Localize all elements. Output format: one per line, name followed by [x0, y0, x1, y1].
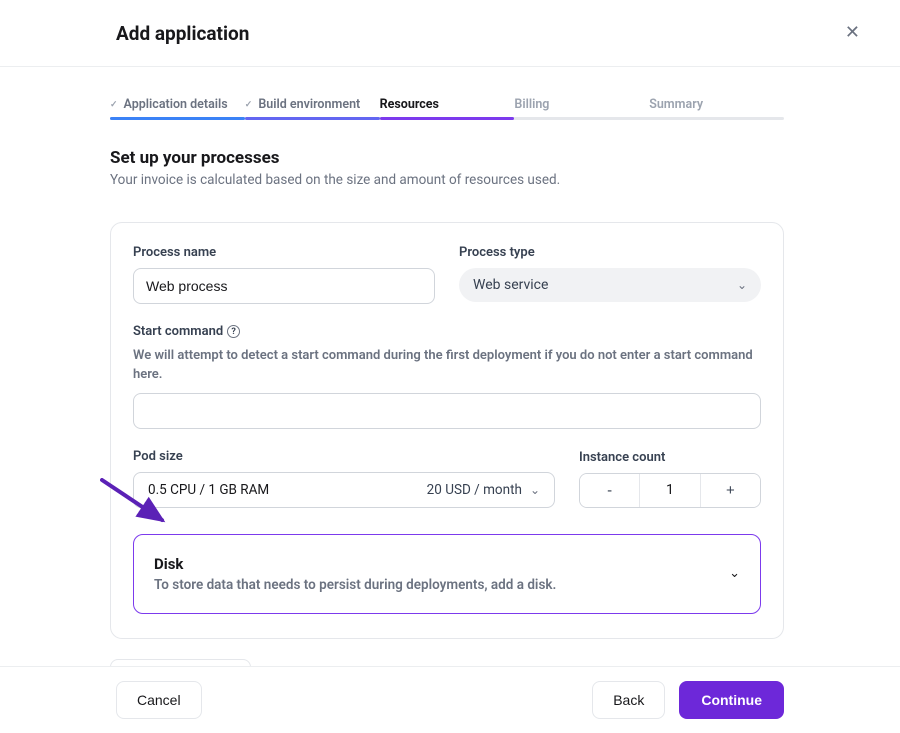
process-type-value: Web service	[473, 277, 548, 293]
chevron-down-icon: ⌄	[737, 278, 747, 292]
step-label: Build environment	[258, 97, 360, 112]
continue-button[interactable]: Continue	[679, 681, 784, 719]
step-label: Billing	[514, 97, 549, 112]
process-type-label: Process type	[459, 245, 761, 260]
step-resources[interactable]: Resources	[380, 89, 515, 120]
process-card: Process name Process type Web service ⌄ …	[110, 222, 784, 639]
footer: Cancel Back Continue	[0, 666, 900, 733]
check-icon: ✓	[110, 100, 118, 110]
disk-description: To store data that needs to persist duri…	[154, 577, 556, 593]
chevron-down-icon: ⌄	[729, 566, 740, 581]
process-name-input[interactable]	[133, 268, 435, 304]
close-icon: ✕	[845, 22, 860, 43]
section-description: Your invoice is calculated based on the …	[110, 172, 784, 188]
step-label: Resources	[380, 97, 439, 112]
process-name-label: Process name	[133, 245, 435, 260]
start-command-helper: We will attempt to detect a start comman…	[133, 347, 761, 385]
step-build-environment[interactable]: ✓ Build environment	[245, 89, 380, 120]
disk-title: Disk	[154, 555, 556, 573]
step-application-details[interactable]: ✓ Application details	[110, 89, 245, 120]
instance-count-label: Instance count	[579, 450, 761, 465]
check-icon: ✓	[245, 100, 253, 110]
instance-increment-button[interactable]: +	[701, 474, 760, 507]
chevron-down-icon: ⌄	[530, 483, 540, 497]
process-type-select[interactable]: Web service ⌄	[459, 268, 761, 302]
step-billing[interactable]: Billing	[514, 89, 649, 120]
help-icon[interactable]: ?	[227, 325, 240, 338]
pod-size-price: 20 USD / month	[427, 482, 522, 498]
disk-panel[interactable]: Disk To store data that needs to persist…	[133, 534, 761, 614]
start-command-label: Start command ?	[133, 324, 761, 339]
step-label: Summary	[649, 97, 703, 112]
instance-count-value: 1	[639, 474, 700, 507]
section-title: Set up your processes	[110, 148, 784, 168]
instance-count-stepper: - 1 +	[579, 473, 761, 508]
pod-size-select[interactable]: 0.5 CPU / 1 GB RAM 20 USD / month ⌄	[133, 472, 555, 508]
modal-title: Add application	[116, 22, 249, 45]
back-button[interactable]: Back	[592, 681, 665, 719]
pod-size-label: Pod size	[133, 449, 555, 464]
step-label: Application details	[124, 97, 228, 112]
pod-size-value: 0.5 CPU / 1 GB RAM	[148, 482, 269, 498]
cancel-button[interactable]: Cancel	[116, 681, 202, 719]
close-button[interactable]: ✕	[841, 20, 864, 46]
instance-decrement-button[interactable]: -	[580, 474, 639, 507]
start-command-input[interactable]	[133, 393, 761, 429]
stepper: ✓ Application details ✓ Build environmen…	[110, 89, 784, 120]
step-summary[interactable]: Summary	[649, 89, 784, 120]
